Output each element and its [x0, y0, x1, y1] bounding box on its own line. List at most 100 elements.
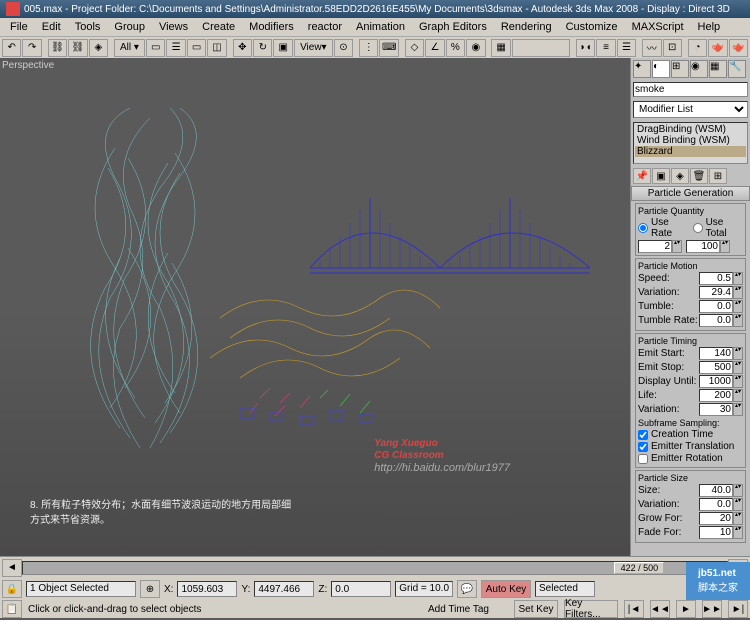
size-spinner[interactable]: ▴▾: [699, 484, 743, 497]
grow-for-spinner[interactable]: ▴▾: [699, 512, 743, 525]
show-result-button[interactable]: ▣: [652, 168, 670, 184]
timeline-thumb[interactable]: 422 / 500: [614, 562, 664, 574]
goto-end-button[interactable]: ►|: [728, 600, 748, 618]
object-name-input[interactable]: [633, 82, 748, 97]
menu-edit[interactable]: Edit: [36, 20, 67, 34]
stack-item[interactable]: DragBinding (WSM): [635, 124, 746, 135]
schematic-button[interactable]: ⊡: [663, 39, 682, 57]
time-tag[interactable]: Add Time Tag: [428, 604, 508, 615]
hierarchy-tab[interactable]: ⊞: [671, 60, 689, 78]
motion-tab[interactable]: ◉: [690, 60, 708, 78]
unique-button[interactable]: ◈: [671, 168, 689, 184]
layers-button[interactable]: ☰: [617, 39, 636, 57]
menu-bar[interactable]: File Edit Tools Group Views Create Modif…: [0, 18, 750, 36]
emit-start-spinner[interactable]: ▴▾: [699, 347, 743, 360]
remove-mod-button[interactable]: 🗑: [690, 168, 708, 184]
x-coord-input[interactable]: [177, 581, 237, 597]
menu-file[interactable]: File: [4, 20, 34, 34]
undo-button[interactable]: ↶: [2, 39, 21, 57]
keyfilters-button[interactable]: Key Filters...: [564, 600, 618, 618]
modifier-stack[interactable]: DragBinding (WSM) Wind Binding (WSM) Bli…: [633, 122, 748, 164]
move-button[interactable]: ✥: [233, 39, 252, 57]
lock-button[interactable]: 🔒: [2, 580, 22, 598]
autokey-button[interactable]: Auto Key: [481, 580, 531, 598]
y-coord-input[interactable]: [254, 581, 314, 597]
bind-button[interactable]: ◈: [89, 39, 108, 57]
render-scene-button[interactable]: 🫖: [708, 39, 727, 57]
variation2-spinner[interactable]: ▴▾: [699, 403, 743, 416]
total-spinner[interactable]: ▴▾: [686, 240, 730, 253]
emitter-trans-check[interactable]: Emitter Translation: [638, 441, 743, 452]
menu-grapheditors[interactable]: Graph Editors: [413, 20, 493, 34]
create-tab[interactable]: ✦: [633, 60, 651, 78]
variation-spinner[interactable]: ▴▾: [699, 286, 743, 299]
time-slider[interactable]: ◄ 422 / 500 ►: [0, 556, 750, 578]
keymode-dropdown[interactable]: Selected: [535, 581, 595, 597]
menu-group[interactable]: Group: [108, 20, 151, 34]
spinner-snap-button[interactable]: ◉: [466, 39, 485, 57]
speed-spinner[interactable]: ▴▾: [699, 272, 743, 285]
unlink-button[interactable]: ⛓: [68, 39, 87, 57]
display-until-spinner[interactable]: ▴▾: [699, 375, 743, 388]
modifier-list-dropdown[interactable]: Modifier List: [633, 101, 748, 118]
creation-time-check[interactable]: Creation Time: [638, 429, 743, 440]
window-crossing-button[interactable]: ◫: [207, 39, 226, 57]
pivot-button[interactable]: ⊙: [334, 39, 353, 57]
setkey-button[interactable]: Set Key: [514, 600, 558, 618]
play-button[interactable]: ►: [676, 600, 696, 618]
use-total-radio[interactable]: Use Total: [693, 217, 743, 239]
menu-create[interactable]: Create: [196, 20, 241, 34]
align-button[interactable]: ≡: [596, 39, 615, 57]
script-button[interactable]: 📋: [2, 600, 22, 618]
menu-help[interactable]: Help: [692, 20, 727, 34]
percent-snap-button[interactable]: %: [446, 39, 465, 57]
menu-tools[interactable]: Tools: [69, 20, 107, 34]
pin-stack-button[interactable]: 📌: [633, 168, 651, 184]
keyboard-button[interactable]: ⌨: [379, 39, 398, 57]
menu-maxscript[interactable]: MAXScript: [626, 20, 690, 34]
redo-button[interactable]: ↷: [22, 39, 41, 57]
stack-item[interactable]: Wind Binding (WSM): [635, 135, 746, 146]
modify-tab[interactable]: ◐: [652, 60, 670, 78]
menu-rendering[interactable]: Rendering: [495, 20, 558, 34]
select-button[interactable]: ▭: [146, 39, 165, 57]
prev-key-button[interactable]: ◄◄: [650, 600, 670, 618]
selection-filter[interactable]: All ▾: [114, 39, 145, 57]
snap-button[interactable]: ◇: [405, 39, 424, 57]
absolute-button[interactable]: ⊕: [140, 580, 160, 598]
life-spinner[interactable]: ▴▾: [699, 389, 743, 402]
tumble-rate-spinner[interactable]: ▴▾: [699, 314, 743, 327]
quick-render-button[interactable]: 🫖: [729, 39, 748, 57]
utilities-tab[interactable]: 🔧: [728, 60, 746, 78]
configure-button[interactable]: ⊞: [709, 168, 727, 184]
curve-editor-button[interactable]: 〰: [642, 39, 661, 57]
variation3-spinner[interactable]: ▴▾: [699, 498, 743, 511]
rate-spinner[interactable]: ▴▾: [638, 240, 682, 253]
select-name-button[interactable]: ☰: [166, 39, 185, 57]
mirror-button[interactable]: ◗◖: [576, 39, 595, 57]
angle-snap-button[interactable]: ∠: [425, 39, 444, 57]
perspective-viewport[interactable]: Perspective Yang Xueguo CG Classroom htt…: [0, 58, 630, 556]
communicator-button[interactable]: 💬: [457, 580, 477, 598]
rollout-particle-generation[interactable]: Particle Generation: [631, 186, 750, 201]
menu-views[interactable]: Views: [153, 20, 194, 34]
named-sel-button[interactable]: ▦: [491, 39, 510, 57]
refcoord-dropdown[interactable]: View▾: [294, 39, 333, 57]
display-tab[interactable]: ▦: [709, 60, 727, 78]
link-button[interactable]: ⛓: [48, 39, 67, 57]
goto-start-button[interactable]: |◄: [624, 600, 644, 618]
emit-stop-spinner[interactable]: ▴▾: [699, 361, 743, 374]
rotate-button[interactable]: ↻: [253, 39, 272, 57]
manipulate-button[interactable]: ⋮: [359, 39, 378, 57]
scale-button[interactable]: ▣: [273, 39, 292, 57]
emitter-rot-check[interactable]: Emitter Rotation: [638, 453, 743, 464]
stack-item-selected[interactable]: Blizzard: [635, 146, 746, 157]
menu-modifiers[interactable]: Modifiers: [243, 20, 300, 34]
menu-customize[interactable]: Customize: [560, 20, 624, 34]
menu-reactor[interactable]: reactor: [302, 20, 348, 34]
material-button[interactable]: ◔: [688, 39, 707, 57]
timeline-slider[interactable]: 422 / 500: [22, 561, 728, 575]
use-rate-radio[interactable]: Use Rate: [638, 217, 689, 239]
z-coord-input[interactable]: [331, 581, 391, 597]
named-sel-dropdown[interactable]: [512, 39, 570, 57]
